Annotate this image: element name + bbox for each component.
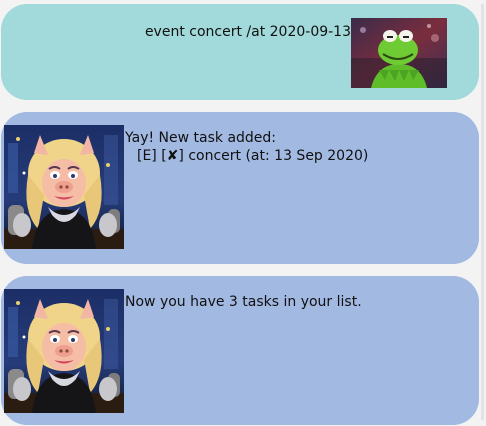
bot-message-bubble: Yay! New task added: [E] [✘] concert (at…: [1, 112, 479, 264]
miss-piggy-avatar-icon: [4, 289, 124, 413]
bot-message-line: Yay! New task added:: [125, 130, 277, 146]
chat-dialog-list: event concert /at 2020-09-13 Yay! New ta…: [0, 0, 479, 426]
scrollbar-thumb[interactable]: [481, 4, 484, 420]
bot-message-line: Now you have 3 tasks in your list.: [125, 294, 362, 310]
bot-message-text: Yay! New task added: [E] [✘] concert (at…: [125, 129, 368, 165]
user-message-text: event concert /at 2020-09-13: [144, 24, 351, 40]
bot-message-bubble: Now you have 3 tasks in your list.: [1, 276, 479, 425]
bot-message-text: Now you have 3 tasks in your list.: [125, 293, 362, 311]
user-message-bubble: event concert /at 2020-09-13: [1, 4, 479, 100]
miss-piggy-avatar-icon: [4, 125, 124, 249]
task-entry-line: [E] [✘] concert (at: 13 Sep 2020): [137, 148, 369, 164]
vertical-scrollbar[interactable]: [479, 0, 486, 426]
kermit-avatar-icon: [351, 18, 447, 88]
